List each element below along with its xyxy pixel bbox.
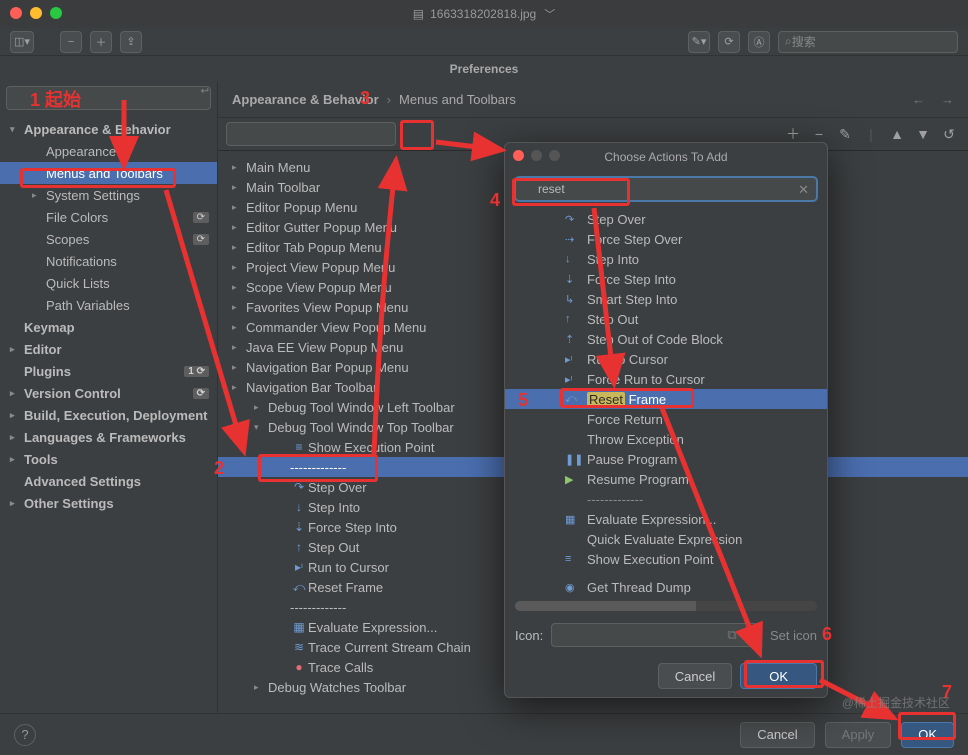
action-item[interactable]: ↳Smart Step Into bbox=[505, 289, 827, 309]
clear-icon[interactable]: ✕ bbox=[798, 182, 809, 198]
back-icon[interactable]: ← bbox=[912, 92, 925, 107]
sidebar-item[interactable]: Path Variables bbox=[0, 294, 217, 316]
action-item[interactable]: ↷Step Over bbox=[505, 209, 827, 229]
action-item[interactable]: ▦Evaluate Expression... bbox=[505, 509, 827, 529]
action-item[interactable] bbox=[505, 569, 827, 577]
file-icon: ▤ bbox=[413, 7, 424, 21]
sidebar-item[interactable]: File Colors⟳ bbox=[0, 206, 217, 228]
action-item[interactable]: ↑Step Out bbox=[505, 309, 827, 329]
action-item[interactable]: Quick Evaluate Expression bbox=[505, 529, 827, 549]
icon-field[interactable]: ⧉ ▣ bbox=[551, 623, 762, 647]
minimize-disabled-icon bbox=[531, 150, 542, 161]
preferences-title: Preferences bbox=[0, 56, 968, 82]
sidebar-item[interactable]: Quick Lists bbox=[0, 272, 217, 294]
dialog-cancel-button[interactable]: Cancel bbox=[658, 663, 732, 689]
sidebar-item[interactable]: ▸System Settings bbox=[0, 184, 217, 206]
breadcrumb-parent[interactable]: Appearance & Behavior bbox=[232, 92, 379, 107]
document-title: ▤ 1663318202818.jpg ﹀ bbox=[413, 6, 555, 22]
sidebar-item[interactable]: Keymap bbox=[0, 316, 217, 338]
icon-label: Icon: bbox=[515, 628, 543, 643]
move-up-icon[interactable]: ▲ bbox=[886, 123, 908, 145]
breadcrumb: Appearance & Behavior › Menus and Toolba… bbox=[218, 82, 968, 117]
separator: | bbox=[860, 123, 882, 145]
forward-icon[interactable]: → bbox=[941, 92, 954, 107]
zoom-in-icon[interactable]: ＋ bbox=[90, 31, 112, 53]
sidebar-item[interactable]: ▸Other Settings bbox=[0, 492, 217, 514]
edit-icon[interactable]: ✎▾ bbox=[688, 31, 710, 53]
reset-icon[interactable]: ↺ bbox=[938, 123, 960, 145]
history-icon[interactable]: ↩ bbox=[201, 86, 209, 97]
sidebar-item[interactable]: Appearance bbox=[0, 140, 217, 162]
minimize-window-icon[interactable] bbox=[30, 7, 42, 19]
maximize-disabled-icon bbox=[549, 150, 560, 161]
folder-icon[interactable]: ▣ bbox=[743, 627, 755, 643]
help-icon[interactable]: ? bbox=[14, 724, 36, 746]
set-icon-link[interactable]: Set icon bbox=[770, 628, 817, 643]
sidebar-item[interactable]: ▸Tools bbox=[0, 448, 217, 470]
action-item[interactable]: ⇡Step Out of Code Block bbox=[505, 329, 827, 349]
toolbar-search[interactable]: ⌕ 搜索 bbox=[778, 31, 958, 53]
dialog-search[interactable]: ⌕ ✕ bbox=[505, 171, 827, 207]
preferences-sidebar: ⌕ ↩ ▾Appearance & BehaviorAppearanceMenu… bbox=[0, 82, 218, 713]
action-item[interactable]: ◉Get Thread Dump bbox=[505, 577, 827, 597]
action-item[interactable]: ⇢Force Step Over bbox=[505, 229, 827, 249]
breadcrumb-current: Menus and Toolbars bbox=[399, 92, 516, 107]
preferences-footer: ? Cancel Apply OK bbox=[0, 713, 968, 755]
sidebar-item[interactable]: ▸Languages & Frameworks bbox=[0, 426, 217, 448]
dialog-window-controls[interactable] bbox=[513, 150, 560, 161]
action-item[interactable]: ⤺Reset Frame bbox=[505, 389, 827, 409]
ok-button[interactable]: OK bbox=[901, 722, 954, 748]
chevron-down-icon[interactable]: ﹀ bbox=[544, 6, 555, 22]
sidebar-item[interactable]: ▸Version Control⟳ bbox=[0, 382, 217, 404]
cancel-button[interactable]: Cancel bbox=[740, 722, 814, 748]
search-icon: ⌕ bbox=[785, 34, 792, 49]
dialog-title: Choose Actions To Add bbox=[505, 143, 827, 171]
action-item[interactable]: ⇣Force Step Into bbox=[505, 269, 827, 289]
action-item[interactable]: ≡Show Execution Point bbox=[505, 549, 827, 569]
sidebar-search-input[interactable] bbox=[6, 86, 211, 110]
share-icon[interactable]: ⇪ bbox=[120, 31, 142, 53]
action-item[interactable]: ▸ᶦForce Run to Cursor bbox=[505, 369, 827, 389]
zoom-out-icon[interactable]: − bbox=[60, 31, 82, 53]
close-window-icon[interactable] bbox=[10, 7, 22, 19]
sidebar-item[interactable]: Menus and Toolbars bbox=[0, 162, 217, 184]
markup-icon[interactable]: Ⓐ bbox=[748, 31, 770, 53]
move-down-icon[interactable]: ▼ bbox=[912, 123, 934, 145]
action-item[interactable]: ------------- bbox=[505, 489, 827, 509]
action-list[interactable]: ↷Step Over⇢Force Step Over↓Step Into⇣For… bbox=[505, 207, 827, 597]
window-controls[interactable] bbox=[10, 7, 62, 19]
icon-row: Icon: ⧉ ▣ Set icon bbox=[505, 615, 827, 655]
scrollbar-horizontal[interactable] bbox=[515, 601, 817, 611]
copy-icon[interactable]: ⧉ bbox=[727, 627, 736, 643]
sidebar-item[interactable]: Advanced Settings bbox=[0, 470, 217, 492]
os-titlebar: ▤ 1663318202818.jpg ﹀ bbox=[0, 0, 968, 28]
maximize-window-icon[interactable] bbox=[50, 7, 62, 19]
app-toolbar: ◫▾ − ＋ ⇪ ✎▾ ⟳ Ⓐ ⌕ 搜索 bbox=[0, 28, 968, 56]
sidebar-toggle-icon[interactable]: ◫▾ bbox=[10, 31, 34, 53]
apply-button[interactable]: Apply bbox=[825, 722, 892, 748]
action-item[interactable]: ▸ᶦRun to Cursor bbox=[505, 349, 827, 369]
sidebar-item[interactable]: ▸Build, Execution, Deployment bbox=[0, 404, 217, 426]
action-item[interactable]: ↓Step Into bbox=[505, 249, 827, 269]
action-item[interactable]: Force Return bbox=[505, 409, 827, 429]
dialog-search-input[interactable] bbox=[515, 177, 817, 201]
settings-tree[interactable]: ▾Appearance & BehaviorAppearanceMenus an… bbox=[0, 114, 217, 713]
edit-action-icon[interactable]: ✎ bbox=[834, 123, 856, 145]
action-item[interactable]: Throw Exception bbox=[505, 429, 827, 449]
dialog-ok-button[interactable]: OK bbox=[740, 663, 817, 689]
menu-search-input[interactable] bbox=[226, 122, 396, 146]
sidebar-search[interactable]: ⌕ ↩ bbox=[0, 82, 217, 114]
action-item[interactable]: ▶Resume Program bbox=[505, 469, 827, 489]
sidebar-item[interactable]: Plugins1 ⟳ bbox=[0, 360, 217, 382]
choose-actions-dialog: Choose Actions To Add ⌕ ✕ ↷Step Over⇢For… bbox=[504, 142, 828, 698]
rotate-icon[interactable]: ⟳ bbox=[718, 31, 740, 53]
action-item[interactable]: ❚❚Pause Program bbox=[505, 449, 827, 469]
breadcrumb-sep: › bbox=[387, 92, 391, 107]
watermark: @稀土掘金技术社区 bbox=[842, 694, 950, 711]
sidebar-item[interactable]: Scopes⟳ bbox=[0, 228, 217, 250]
sidebar-item[interactable]: Notifications bbox=[0, 250, 217, 272]
close-icon[interactable] bbox=[513, 150, 524, 161]
sidebar-item[interactable]: ▸Editor bbox=[0, 338, 217, 360]
sidebar-item[interactable]: ▾Appearance & Behavior bbox=[0, 118, 217, 140]
